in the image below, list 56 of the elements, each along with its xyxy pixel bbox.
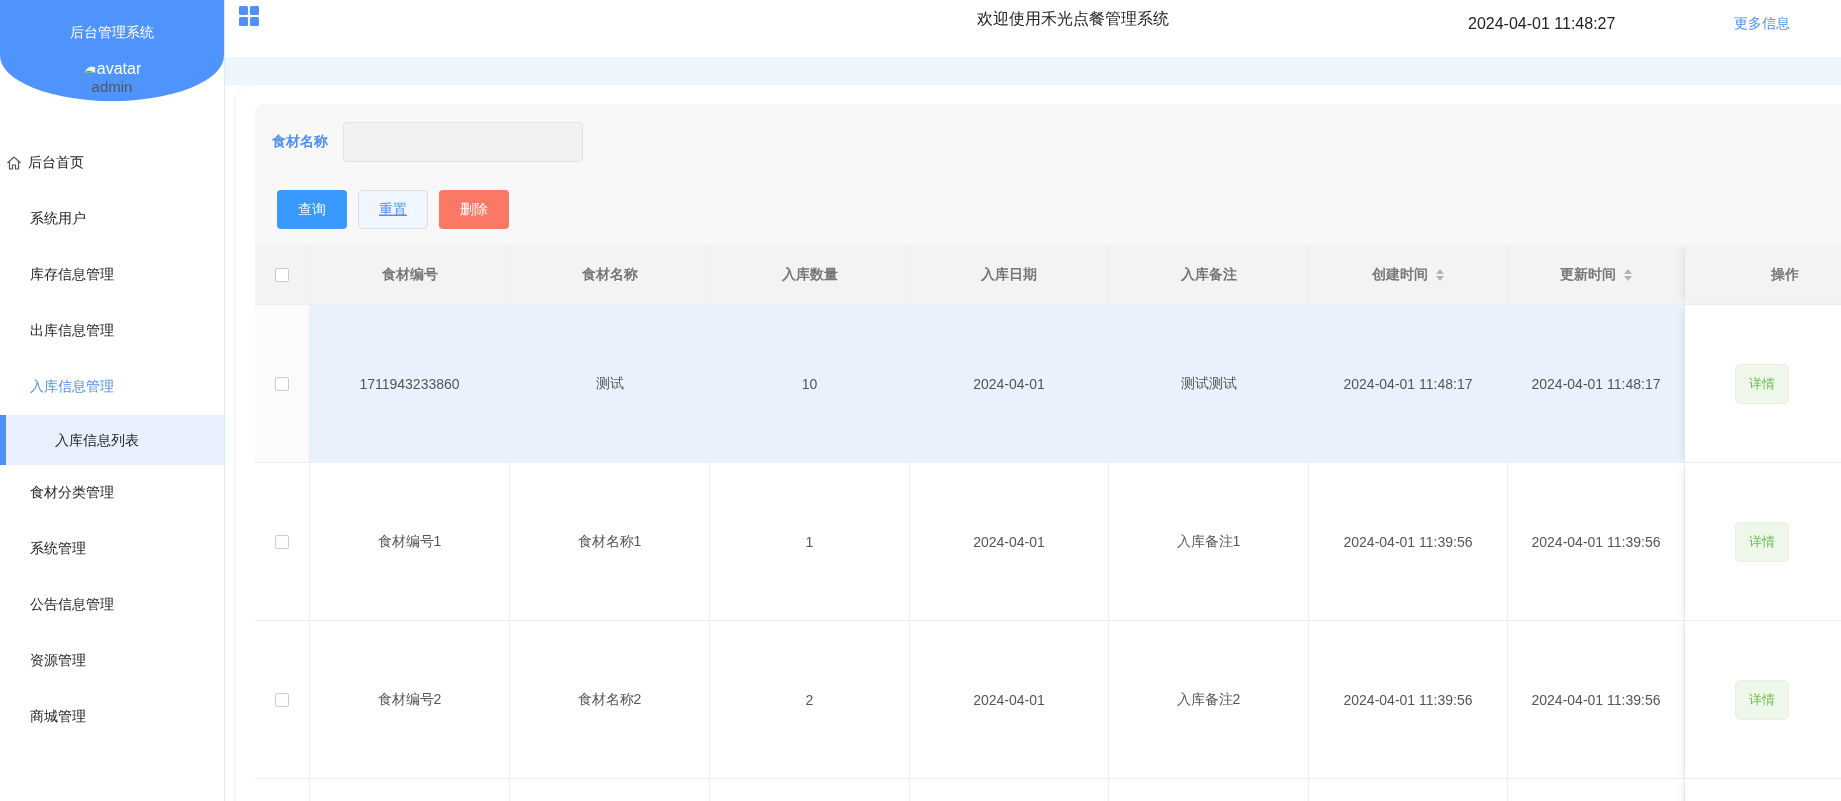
table-row[interactable]: 食材编号1 食材名称1 1 2024-04-01 入库备注1 2024-04-01 11:39:56 2024-04-01 11:39:56 详情 [255,463,1841,621]
table-cell: 2024-04-01 11:39:56 [1531,691,1661,708]
table-cell: 2 [805,691,814,708]
table-cell: 2024-04-01 [973,533,1045,550]
menu-item[interactable]: 公告信息管理 [0,577,224,633]
menu-item[interactable]: 系统用户 [0,191,224,247]
table-cell: 测试测试 [1180,374,1237,393]
menu-item[interactable]: 资源管理 [0,633,224,689]
menu-item[interactable]: 后台首页 [0,135,224,191]
username: admin [91,78,133,95]
table-cell: 2024-04-01 11:48:17 [1531,375,1661,392]
menu-item[interactable]: 出库信息管理 [0,303,224,359]
menu-item[interactable]: 系统管理 [0,521,224,577]
menu-item[interactable]: 食材分类管理 [0,465,224,521]
sort-icon[interactable] [1436,268,1444,281]
table-cell: 1711943233860 [359,375,460,392]
menu-item[interactable]: 库存信息管理 [0,247,224,303]
grid-menu-icon[interactable] [239,6,259,26]
row-checkbox[interactable] [275,534,289,549]
menu-item[interactable]: 商城管理 [0,689,224,745]
table-cell: 10 [801,375,818,392]
table-cell: 食材编号2 [377,690,442,709]
select-all-checkbox[interactable] [275,267,289,282]
column-header: 更新时间 [1560,265,1616,284]
table-cell: 2024-04-01 11:39:56 [1531,533,1661,550]
table-cell: 食材名称1 [577,532,642,551]
table-cell: 2024-04-01 11:39:56 [1343,533,1473,550]
row-checkbox[interactable] [275,376,289,391]
home-icon [6,155,22,171]
system-title: 后台管理系统 [70,24,154,42]
table-cell: 食材名称2 [577,690,642,709]
table-row[interactable]: 1711943233860 测试 10 2024-04-01 测试测试 2024-04-01 11:48:17 2024-04-01 11:48:17 详情 [255,305,1841,463]
table-cell: 2024-04-01 [973,691,1045,708]
current-datetime: 2024-04-01 11:48:27 [1468,15,1616,33]
column-header: 创建时间 [1372,265,1428,284]
field-label: 食材名称 [272,133,328,151]
column-header: 入库日期 [981,265,1037,284]
table-cell: 2024-04-01 [973,375,1045,392]
table-row[interactable]: 食材编号2 食材名称2 2 2024-04-01 入库备注2 2024-04-01 11:39:56 2024-04-01 11:39:56 详情 [255,621,1841,779]
column-header: 入库数量 [781,265,838,284]
table-cell: 测试 [595,374,624,393]
submenu-item[interactable]: 入库信息列表 [0,415,224,465]
welcome-title: 欢迎使用禾光点餐管理系统 [977,9,1169,29]
table-cell: 2024-04-01 11:39:56 [1343,691,1473,708]
column-header: 食材名称 [581,265,638,284]
column-header: 入库备注 [1180,265,1237,284]
column-header: 操作 [1770,265,1799,284]
avatar-alt-text: avatar [96,60,142,78]
column-header: 食材编号 [381,265,438,284]
sort-icon[interactable] [1624,268,1632,281]
table-cell: 1 [805,533,814,550]
table-cell: 食材编号1 [377,532,442,551]
table-cell: 2024-04-01 11:48:17 [1343,375,1473,392]
table-cell: 入库备注2 [1176,690,1241,709]
table-cell: 入库备注1 [1176,532,1241,551]
row-checkbox[interactable] [275,692,289,707]
